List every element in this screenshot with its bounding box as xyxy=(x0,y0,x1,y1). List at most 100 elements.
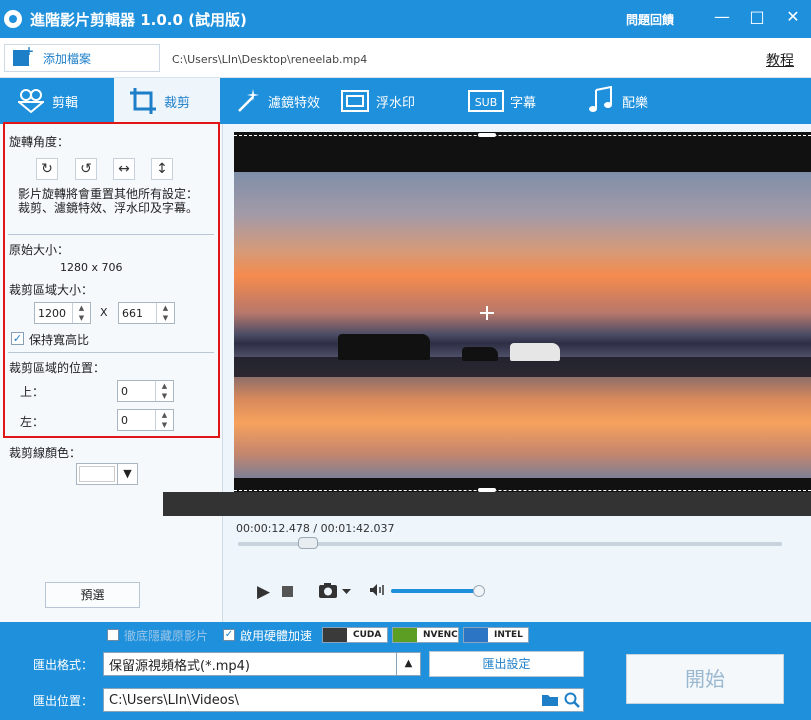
volume-fill xyxy=(391,589,476,593)
flip-horizontal-button[interactable]: ↔ xyxy=(113,158,135,180)
keep-ratio-checkbox[interactable]: ✓ xyxy=(11,332,24,345)
tab-label: 濾鏡特效 xyxy=(268,95,321,111)
minimize-button[interactable]: — xyxy=(709,6,735,28)
stepper-down-icon[interactable]: ▼ xyxy=(73,313,90,323)
preview-strip xyxy=(163,492,811,516)
rotate-right-button[interactable]: ↻ xyxy=(36,158,58,180)
intel-badge: INTEL xyxy=(463,627,529,643)
top-offset-label: 上： xyxy=(20,385,45,399)
crop-width-stepper[interactable]: 1200 ▲ ▼ xyxy=(34,302,91,324)
tab-crop[interactable]: 裁剪 xyxy=(114,78,220,124)
original-size-title: 原始大小： xyxy=(9,243,70,257)
crop-height-value: 661 xyxy=(122,306,143,320)
crosshair-icon xyxy=(486,306,488,320)
left-offset-value: 0 xyxy=(121,413,128,427)
tab-filter[interactable]: 濾鏡特效 xyxy=(232,78,332,124)
tab-label: 配樂 xyxy=(622,95,649,111)
hw-accel-checkbox[interactable]: ✓ xyxy=(223,629,235,641)
add-file-button[interactable]: 添加檔案 xyxy=(4,44,160,72)
close-button[interactable]: ✕ xyxy=(780,6,806,28)
tab-label: 浮水印 xyxy=(376,95,416,111)
hw-accel-label: 啟用硬體加速 xyxy=(240,629,313,643)
preset-button[interactable]: 預選 xyxy=(45,582,140,608)
toolbar: 添加檔案 C:\Users\LIn\Desktop\reneelab.mp4 教… xyxy=(0,38,811,78)
location-field[interactable]: C:\Users\LIn\Videos\ xyxy=(103,688,584,712)
stepper-up-icon[interactable]: ▲ xyxy=(156,381,173,391)
crop-line-top[interactable] xyxy=(234,135,811,136)
rotate-left-icon: ↺ xyxy=(80,161,92,177)
tab-label: 裁剪 xyxy=(164,95,191,111)
rotate-right-icon: ↻ xyxy=(41,161,53,177)
car-silhouette xyxy=(338,334,430,360)
stepper-down-icon[interactable]: ▼ xyxy=(157,313,174,323)
flip-vertical-icon: ↕ xyxy=(156,161,168,177)
add-file-label: 添加檔案 xyxy=(43,51,92,66)
tab-watermark[interactable]: 浮水印 xyxy=(340,78,430,124)
divider xyxy=(8,234,214,235)
gpu-icon xyxy=(323,628,347,642)
tab-clip[interactable]: 剪輯 xyxy=(16,78,108,124)
original-size-value: 1280 x 706 xyxy=(60,261,123,274)
stepper-up-icon[interactable]: ▲ xyxy=(156,410,173,420)
stepper-up-icon[interactable]: ▲ xyxy=(73,303,90,313)
svg-text:SUB: SUB xyxy=(475,96,498,109)
subtitle-icon: SUB xyxy=(468,86,504,116)
tab-label: 剪輯 xyxy=(52,95,79,111)
app-logo-icon xyxy=(4,10,22,28)
play-icon[interactable]: ▶ xyxy=(257,582,270,602)
crop-handle-top[interactable] xyxy=(478,133,496,137)
rotate-left-button[interactable]: ↺ xyxy=(75,158,97,180)
format-select[interactable]: 保留源視頻格式(*.mp4) ▲ xyxy=(103,652,421,676)
crop-icon xyxy=(128,86,158,116)
clip-icon xyxy=(16,86,46,116)
stop-icon[interactable] xyxy=(282,586,293,597)
keep-ratio-label: 保持寬高比 xyxy=(29,333,90,347)
divider xyxy=(8,352,214,353)
deinterlace-checkbox[interactable] xyxy=(107,629,119,641)
time-display: 00:00:12.478 / 00:01:42.037 xyxy=(236,522,395,535)
progress-handle[interactable] xyxy=(298,537,318,549)
stepper-down-icon[interactable]: ▼ xyxy=(156,420,173,430)
export-settings-button[interactable]: 匯出設定 xyxy=(429,651,584,677)
title-bar: 進階影片剪輯器 1.0.0 (試用版) 問題回饋 — □ ✕ xyxy=(0,0,811,38)
format-value: 保留源視頻格式(*.mp4) xyxy=(109,658,250,674)
tab-subtitle[interactable]: SUB 字幕 xyxy=(468,78,558,124)
crop-width-value: 1200 xyxy=(38,306,66,320)
chevron-up-icon[interactable]: ▲ xyxy=(396,653,420,675)
feedback-link[interactable]: 問題回饋 xyxy=(626,11,674,28)
nvenc-badge: NVENC xyxy=(392,627,459,643)
chevron-down-icon[interactable]: ▼ xyxy=(117,464,137,484)
rotate-note: 影片旋轉將會重置其他所有設定：裁剪、濾鏡特效、浮水印及字幕。 xyxy=(18,187,199,215)
car-silhouette xyxy=(462,347,498,361)
deinterlace-label: 徹底隱藏原影片 xyxy=(124,629,209,643)
stepper-down-icon[interactable]: ▼ xyxy=(156,391,173,401)
folder-icon[interactable] xyxy=(539,689,561,711)
top-offset-stepper[interactable]: 0 ▲ ▼ xyxy=(117,380,174,402)
line-color-picker[interactable]: ▼ xyxy=(76,463,138,485)
crop-position-title: 裁剪區域的位置： xyxy=(9,361,106,375)
start-button[interactable]: 開始 xyxy=(626,654,784,704)
tab-music[interactable]: 配樂 xyxy=(586,78,666,124)
crop-size-separator: X xyxy=(100,306,108,319)
left-offset-stepper[interactable]: 0 ▲ ▼ xyxy=(117,409,174,431)
volume-icon[interactable] xyxy=(369,583,385,601)
stepper-up-icon[interactable]: ▲ xyxy=(157,303,174,313)
tab-bar: 剪輯 裁剪 濾鏡特效 浮水印 SUB 字幕 配樂 xyxy=(0,78,811,124)
search-icon[interactable] xyxy=(561,689,583,711)
crop-size-title: 裁剪區域大小： xyxy=(9,283,94,297)
camera-icon[interactable] xyxy=(318,582,352,604)
tutorial-link[interactable]: 教程 xyxy=(766,50,794,70)
maximize-button[interactable]: □ xyxy=(744,6,770,28)
video-frame xyxy=(234,172,811,478)
top-offset-value: 0 xyxy=(121,384,128,398)
crop-height-stepper[interactable]: 661 ▲ ▼ xyxy=(118,302,175,324)
location-value: C:\Users\LIn\Videos\ xyxy=(109,692,239,708)
progress-bar[interactable] xyxy=(238,542,782,546)
video-preview[interactable] xyxy=(234,132,811,492)
volume-handle[interactable] xyxy=(473,585,485,597)
flip-vertical-button[interactable]: ↕ xyxy=(151,158,173,180)
add-file-icon xyxy=(13,44,34,66)
crop-line-bottom[interactable] xyxy=(234,490,811,491)
volume-slider[interactable] xyxy=(391,589,485,593)
car-silhouette xyxy=(510,343,560,361)
